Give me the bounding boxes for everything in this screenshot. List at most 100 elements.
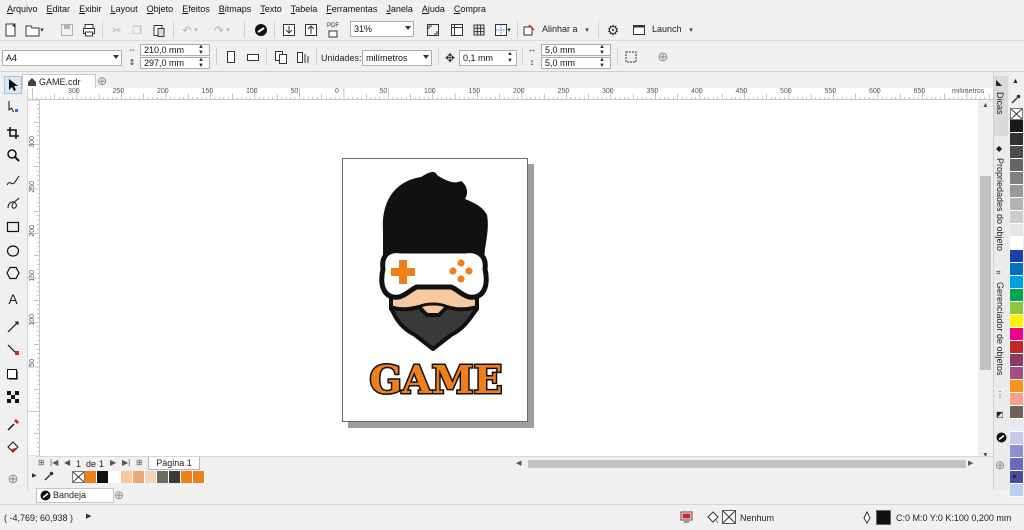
rectangle-tool-icon[interactable] (4, 218, 22, 236)
document-color-swatch[interactable] (181, 471, 193, 483)
vertical-scroll-thumb[interactable] (980, 176, 991, 370)
align-to-label[interactable]: Alinhar a (542, 24, 578, 34)
launch-icon[interactable] (630, 21, 648, 39)
crop-tool-icon[interactable] (4, 124, 22, 142)
palette-color-swatch[interactable] (1010, 185, 1023, 198)
menu-bitmaps[interactable]: Bitmaps (216, 0, 258, 18)
connector-tool-icon[interactable] (4, 340, 22, 358)
palette-scroll-up-icon[interactable]: ▲ (1012, 78, 1019, 85)
redo-dropdown-icon[interactable]: ▾ (224, 21, 232, 39)
drop-shadow-tool-icon[interactable] (4, 366, 22, 384)
duplicate-x-spinner[interactable]: ▲ ▼ (595, 44, 609, 56)
scroll-right-icon[interactable]: ▶ (968, 459, 978, 469)
add-icon[interactable]: ⊕ (654, 48, 672, 66)
palette-color-swatch[interactable] (1010, 328, 1023, 341)
new-tab-icon[interactable]: ⊕ (97, 74, 111, 88)
palette-color-swatch[interactable] (1010, 250, 1023, 263)
eyedropper-icon[interactable] (44, 471, 54, 483)
launch-label[interactable]: Launch (652, 24, 682, 34)
align-dropdown-icon[interactable]: ▾ (582, 21, 592, 39)
paste-icon[interactable] (150, 21, 168, 39)
palette-color-swatch[interactable] (1010, 458, 1023, 471)
undo-dropdown-icon[interactable]: ▾ (192, 21, 200, 39)
scroll-left-icon[interactable]: ◀ (516, 459, 526, 469)
palette-color-swatch[interactable] (1010, 445, 1023, 458)
palette-color-swatch[interactable] (1010, 380, 1023, 393)
polygon-tool-icon[interactable] (4, 264, 22, 282)
zoom-level-select[interactable]: 31% (350, 21, 414, 37)
fill-bucket-icon[interactable] (706, 511, 720, 526)
save-icon[interactable] (58, 21, 76, 39)
color-proof-icon[interactable] (680, 511, 693, 525)
new-document-icon[interactable] (2, 21, 20, 39)
palette-color-swatch[interactable] (1010, 484, 1023, 497)
zoom-tool-icon[interactable] (4, 146, 22, 164)
palette-color-swatch[interactable] (1010, 315, 1023, 328)
document-color-swatch[interactable] (193, 471, 205, 483)
add-docker-icon[interactable]: ⊕ (995, 458, 1005, 472)
page-tab[interactable]: Página 1 (148, 457, 200, 470)
drawing-canvas[interactable]: GAME (40, 100, 993, 456)
copy-icon[interactable]: ❐ (128, 21, 146, 39)
palette-color-swatch[interactable] (1010, 289, 1023, 302)
last-page-button[interactable]: ▶| (122, 458, 130, 467)
menu-texto[interactable]: Texto (257, 0, 288, 18)
transparency-tool-icon[interactable] (4, 388, 22, 406)
next-page-button[interactable]: ▶ (110, 458, 116, 467)
horizontal-ruler[interactable]: milímetros 300 250 200 150 100 50 0 50 100 150 200… (28, 88, 993, 100)
vertical-scrollbar[interactable]: ▲ ▼ (978, 100, 993, 470)
nudge-spinner[interactable]: ▲ ▼ (504, 50, 516, 66)
menu-objeto[interactable]: Objeto (144, 0, 180, 18)
pick-tool-icon[interactable] (4, 76, 22, 94)
outline-pen-icon[interactable] (862, 510, 872, 526)
palette-color-swatch[interactable] (1010, 159, 1023, 172)
palette-color-swatch[interactable] (1010, 263, 1023, 276)
palette-color-swatch[interactable] (1010, 133, 1023, 146)
page-width-spinner[interactable]: ▲ ▼ (194, 44, 208, 56)
add-page-icon[interactable]: ⊞ (136, 458, 143, 467)
palette-color-swatch[interactable] (1010, 393, 1023, 406)
document-color-swatch[interactable] (97, 471, 109, 483)
first-page-icon[interactable]: ⊞ (38, 458, 45, 467)
document-color-swatch[interactable] (145, 471, 157, 483)
first-page-button[interactable]: |◀ (50, 458, 58, 467)
page-height-spinner[interactable]: ▲ ▼ (194, 57, 208, 69)
document-color-swatch[interactable] (121, 471, 133, 483)
add-tray-icon[interactable]: ⊕ (114, 488, 126, 502)
menu-compra[interactable]: Compra (451, 0, 492, 18)
palette-color-swatch[interactable] (1010, 172, 1023, 185)
menu-exibir[interactable]: Exibir (76, 0, 108, 18)
gear-icon[interactable]: ⚙ (604, 21, 622, 39)
page[interactable]: GAME (342, 158, 528, 422)
corel-connect-dock-icon[interactable] (996, 432, 1007, 445)
menu-arquivo[interactable]: Arquivo (4, 0, 44, 18)
ellipse-tool-icon[interactable] (4, 242, 22, 260)
portrait-icon[interactable] (222, 48, 240, 66)
menu-efeitos[interactable]: Efeitos (179, 0, 216, 18)
palette-color-swatch[interactable] (1010, 237, 1023, 250)
docker-tab-object-manager[interactable]: ⌗ Gerenciador de objetos (994, 268, 1008, 392)
palette-color-swatch[interactable] (1010, 146, 1023, 159)
previous-page-button[interactable]: ◀ (64, 458, 70, 467)
palette-color-swatch[interactable] (1010, 341, 1023, 354)
interactive-fill-tool-icon[interactable] (4, 438, 22, 456)
menu-tabela[interactable]: Tabela (288, 0, 324, 18)
menu-ajuda[interactable]: Ajuda (419, 0, 451, 18)
menu-janela[interactable]: Janela (383, 0, 419, 18)
current-page-icon[interactable] (294, 48, 312, 66)
palette-color-swatch[interactable] (1010, 211, 1023, 224)
show-grid-icon[interactable] (470, 21, 488, 39)
palette-color-swatch[interactable] (1010, 406, 1023, 419)
menu-layout[interactable]: Layout (108, 0, 144, 18)
palette-color-swatch[interactable] (1010, 198, 1023, 211)
add-tool-icon[interactable]: ⊕ (4, 470, 22, 488)
landscape-icon[interactable] (244, 48, 262, 66)
horizontal-scroll-thumb[interactable] (528, 460, 966, 468)
docker-tab-dicas[interactable]: ◣ Dicas (994, 76, 1008, 136)
hierarchy-icon[interactable]: ⋮ (996, 390, 1004, 399)
parallel-dimension-tool-icon[interactable] (4, 318, 22, 336)
game-logo[interactable]: GAME (343, 159, 529, 423)
launch-dropdown-icon[interactable]: ▾ (686, 21, 696, 39)
palette-menu-icon[interactable]: ▶ (32, 472, 37, 479)
document-color-swatch[interactable] (133, 471, 145, 483)
